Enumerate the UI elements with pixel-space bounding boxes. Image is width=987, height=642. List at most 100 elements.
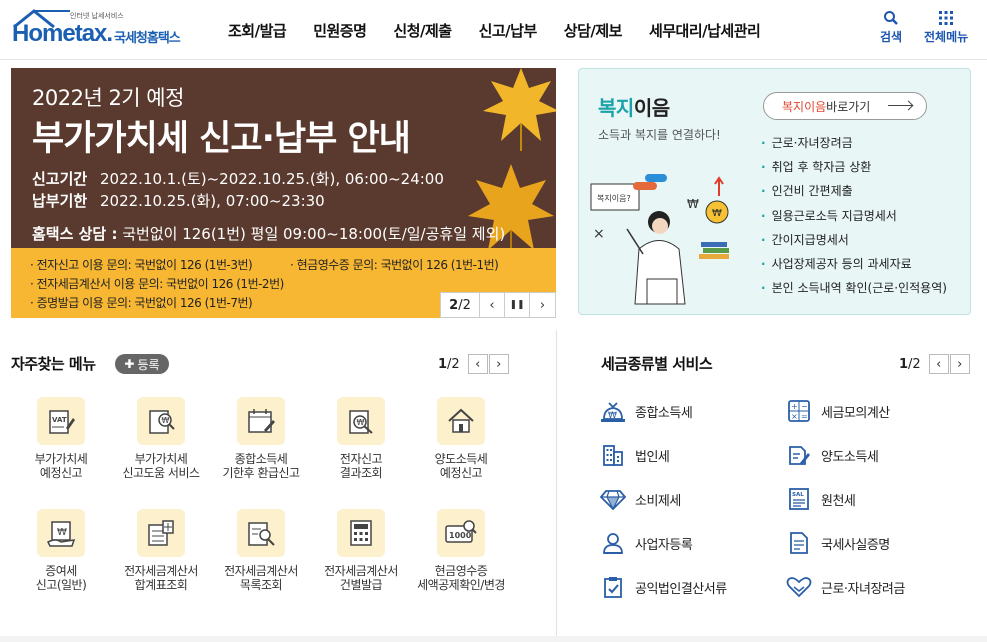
banner-prev-button[interactable]: ‹ bbox=[480, 293, 505, 317]
svg-text:×: × bbox=[593, 226, 605, 242]
favorite-menu-item[interactable]: 양도소득세 예정신고 bbox=[411, 397, 511, 480]
bokji-subtitle: 소득과 복지를 연결하다! bbox=[598, 128, 721, 142]
svg-text:VAT: VAT bbox=[52, 416, 67, 424]
svg-text:₩: ₩ bbox=[687, 197, 699, 211]
svg-text:−: − bbox=[801, 402, 808, 411]
main-nav: 조회/발급 민원증명 신청/제출 신고/납부 상담/제보 세무대리/납세관리 bbox=[228, 20, 787, 41]
clipboard-check-icon bbox=[600, 574, 626, 600]
autumn-leaf-decoration bbox=[483, 68, 556, 151]
nav-consult-report[interactable]: 상담/제보 bbox=[564, 20, 623, 41]
calculator-icon bbox=[337, 509, 385, 557]
register-favorite-button[interactable]: ✚ 등록 bbox=[115, 354, 169, 374]
bokji-item[interactable]: 인건비 간편제출 bbox=[761, 179, 947, 203]
bokji-shortcut-button[interactable]: 복지이음 바로가기 bbox=[763, 92, 927, 120]
person-icon bbox=[600, 530, 626, 556]
hometax-consult-info: 홈택스 상담 : 국번없이 126(1번) 평일 09:00~18:00(토/일… bbox=[32, 225, 506, 243]
banner-subtitle: 2022년 2기 예정 bbox=[32, 86, 184, 110]
bokji-item[interactable]: 본인 소득내역 확인(근로·인적용역) bbox=[761, 276, 947, 300]
favorite-menu-item[interactable]: 종합소득세 기한후 환급신고 bbox=[211, 397, 311, 480]
calendar-pen-icon bbox=[237, 397, 285, 445]
bokji-item[interactable]: 사업장제공자 등의 과세자료 bbox=[761, 252, 947, 276]
contact-info: · 증명발급 이용 문의: 국번없이 126 (1번-7번) bbox=[30, 296, 253, 310]
certificate-icon bbox=[786, 530, 812, 556]
tax-service-item[interactable]: 근로·자녀장려금 bbox=[786, 573, 905, 601]
favorite-menu-item[interactable]: 전자세금계산서 합계표조회 bbox=[111, 509, 211, 592]
svg-text:₩: ₩ bbox=[712, 208, 722, 219]
banner-title: 부가가치세 신고·납부 안내 bbox=[32, 119, 411, 159]
svg-text:=: = bbox=[801, 412, 808, 421]
favorite-menu-item[interactable]: ₩ 부가가치세 신고도움 서비스 bbox=[111, 397, 211, 480]
vat-document-icon: VAT bbox=[37, 397, 85, 445]
calculator-icon: + − × = bbox=[786, 398, 812, 424]
bokji-item[interactable]: 일용근로소득 지급명세서 bbox=[761, 204, 947, 228]
tax-service-item[interactable]: SAL 원천세 bbox=[786, 485, 856, 513]
svg-text:₩: ₩ bbox=[162, 416, 170, 425]
nav-inquiry-issue[interactable]: 조회/발급 bbox=[228, 20, 287, 41]
plus-icon: ✚ bbox=[124, 357, 135, 371]
svg-text:+: + bbox=[791, 402, 798, 411]
nav-civil-certificate[interactable]: 민원증명 bbox=[313, 20, 367, 41]
svg-text:1000: 1000 bbox=[449, 531, 472, 540]
site-header: 인터넷 납세서비스 Hometax. 국세청홈택스 조회/발급 민원증명 신청/… bbox=[0, 0, 987, 60]
tax-services-prev-button[interactable]: ‹ bbox=[928, 354, 949, 374]
favorites-prev-button[interactable]: ‹ bbox=[467, 354, 488, 374]
svg-text:₩: ₩ bbox=[357, 418, 365, 427]
favorite-menu-item[interactable]: ₩ 증여세 신고(일반) bbox=[11, 509, 111, 592]
nav-tax-agent[interactable]: 세무대리/납세관리 bbox=[649, 20, 761, 41]
bokji-ieum-panel: 복지이음 소득과 복지를 연결하다! 복지이음 바로가기 근로·자녀장려금 취업… bbox=[578, 68, 971, 315]
tax-service-item[interactable]: 법인세 bbox=[600, 441, 670, 469]
bokji-item[interactable]: 근로·자녀장려금 bbox=[761, 131, 947, 155]
tax-services-next-button[interactable]: › bbox=[949, 354, 970, 374]
favorite-menu-item[interactable]: 전자세금계산서 건별발급 bbox=[311, 509, 411, 592]
banner-page-indicator: 2/2 bbox=[441, 293, 480, 317]
search-button[interactable]: 검색 bbox=[880, 10, 902, 45]
tax-service-item[interactable]: ₩ 종합소득세 bbox=[600, 397, 693, 425]
arrow-right-icon bbox=[888, 105, 912, 106]
banner-pager: 2/2 ‹ ❚❚ › bbox=[440, 292, 556, 318]
svg-text:SAL: SAL bbox=[792, 492, 804, 498]
contact-info: · 현금영수증 문의: 국번없이 126 (1번-1번) bbox=[290, 258, 499, 272]
logo-wordmark: Hometax. bbox=[12, 20, 113, 47]
grid-menu-icon bbox=[939, 11, 954, 25]
logo-korean-name: 국세청홈택스 bbox=[114, 31, 181, 46]
bokji-item[interactable]: 간이지급명세서 bbox=[761, 228, 947, 252]
nav-report-pay[interactable]: 신고/납부 bbox=[479, 20, 538, 41]
banner-next-button[interactable]: › bbox=[530, 293, 555, 317]
payment-deadline: 납부기한 2022.10.25.(화), 07:00~23:30 bbox=[32, 192, 325, 210]
tax-services-title: 세금종류별 서비스 bbox=[601, 355, 713, 373]
tax-service-item[interactable]: 소비제세 bbox=[600, 485, 681, 513]
tax-service-item[interactable]: 국세사실증명 bbox=[786, 529, 890, 557]
favorites-next-button[interactable]: › bbox=[488, 354, 509, 374]
banner-pause-button[interactable]: ❚❚ bbox=[505, 293, 530, 317]
favorite-menu-item[interactable]: ₩ 전자신고 결과조회 bbox=[311, 397, 411, 480]
calculator-sheet-icon bbox=[137, 509, 185, 557]
nav-apply-submit[interactable]: 신청/제출 bbox=[393, 20, 452, 41]
bokji-service-list: 근로·자녀장려금 취업 후 학자금 상환 인건비 간편제출 일용근로소득 지급명… bbox=[761, 131, 947, 300]
bokji-title: 복지이음 bbox=[598, 96, 670, 120]
vat-notice-banner[interactable]: 2022년 2기 예정 부가가치세 신고·납부 안내 신고기간 2022.10.1… bbox=[11, 68, 556, 318]
tax-service-item[interactable]: 사업자등록 bbox=[600, 529, 693, 557]
report-period: 신고기간 2022.10.1.(토)~2022.10.25.(화), 06:00~… bbox=[32, 170, 444, 188]
tax-service-item[interactable]: 공익법인결산서류 bbox=[600, 573, 727, 601]
tax-service-item[interactable]: 양도소득세 bbox=[786, 441, 879, 469]
favorite-menu-item[interactable]: 1000 현금영수증 세액공제확인/변경 bbox=[411, 509, 511, 592]
favorite-menu-item[interactable]: VAT 부가가치세 예정신고 bbox=[11, 397, 111, 480]
won-search-icon: ₩ bbox=[137, 397, 185, 445]
bokji-item[interactable]: 취업 후 학자금 상환 bbox=[761, 155, 947, 179]
house-icon bbox=[437, 397, 485, 445]
heart-hands-icon bbox=[786, 574, 812, 600]
svg-text:×: × bbox=[791, 412, 798, 421]
salary-document-icon: SAL bbox=[786, 486, 812, 512]
hometax-logo[interactable]: 인터넷 납세서비스 Hometax. 국세청홈택스 bbox=[10, 6, 195, 52]
cash-search-icon: 1000 bbox=[437, 509, 485, 557]
tax-service-item[interactable]: + − × = 세금모의계산 bbox=[786, 397, 890, 425]
woman-illustration-icon: 복지이음? ₩ × ₩ bbox=[590, 174, 729, 305]
list-search-icon bbox=[237, 509, 285, 557]
gift-won-icon: ₩ bbox=[37, 509, 85, 557]
building-icon bbox=[600, 442, 626, 468]
full-menu-button[interactable]: 전체메뉴 bbox=[924, 10, 968, 45]
contact-info: · 전자신고 이용 문의: 국번없이 126 (1번-3번) bbox=[30, 258, 253, 272]
contact-info: · 전자세금계산서 이용 문의: 국번없이 126 (1번-2번) bbox=[30, 277, 284, 291]
favorite-menu-item[interactable]: 전자세금계산서 목록조회 bbox=[211, 509, 311, 592]
money-bag-icon: ₩ bbox=[600, 398, 626, 424]
